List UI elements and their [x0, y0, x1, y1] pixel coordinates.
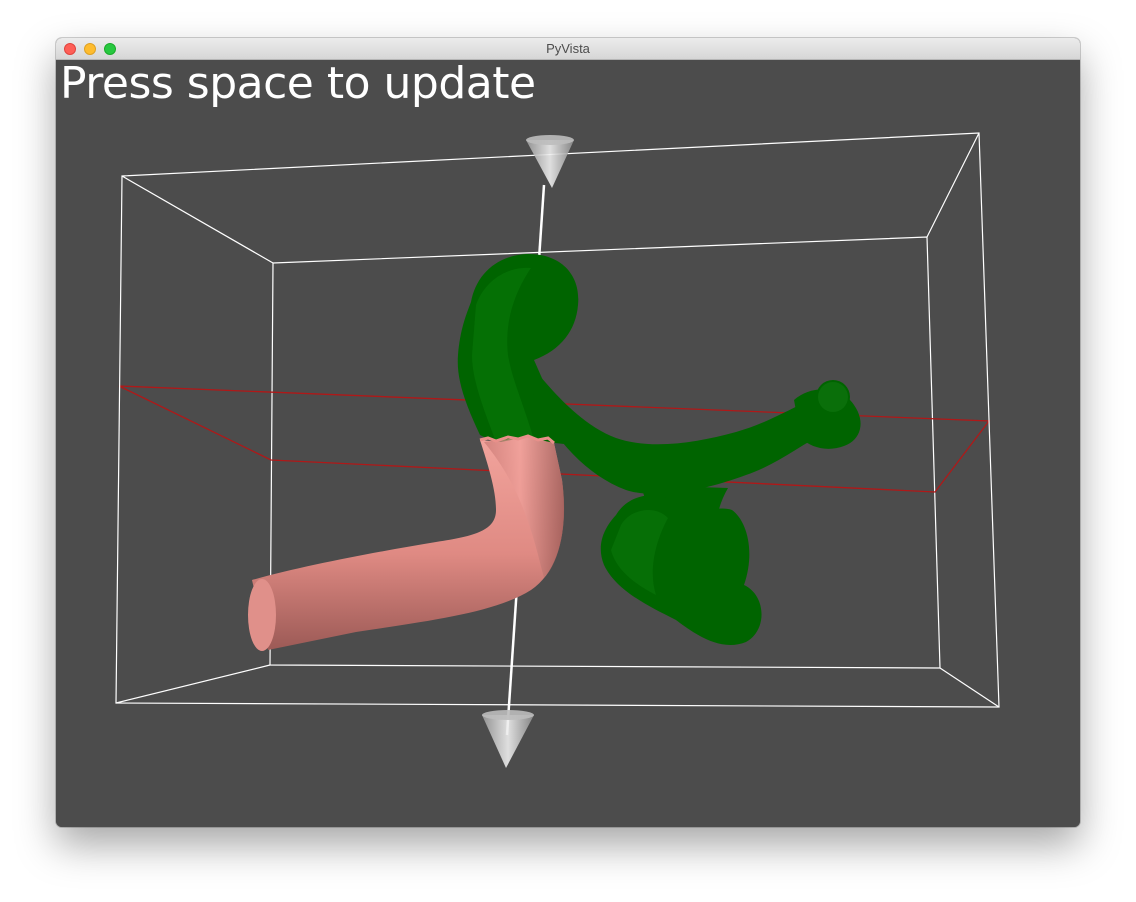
bounding-box-edge — [115, 664, 271, 704]
plane-normal-top-cone[interactable] — [526, 135, 574, 188]
3d-scene[interactable] — [56, 60, 1080, 827]
overlay-instruction-text: Press space to update — [60, 58, 536, 109]
render-viewport[interactable]: Press space to update — [56, 60, 1080, 827]
plane-normal-bottom-cone[interactable] — [482, 710, 534, 768]
title-bar[interactable]: PyVista — [56, 38, 1080, 60]
clipped-vessel-mesh[interactable] — [248, 434, 565, 651]
bounding-box-edge — [939, 667, 1000, 708]
clipped-vessel-end-cap — [248, 579, 276, 651]
bounding-box-edge — [926, 132, 980, 238]
window-title: PyVista — [546, 41, 590, 56]
pyvista-window: PyVista Press space to update — [56, 38, 1080, 827]
bounding-box-edge — [121, 175, 274, 264]
